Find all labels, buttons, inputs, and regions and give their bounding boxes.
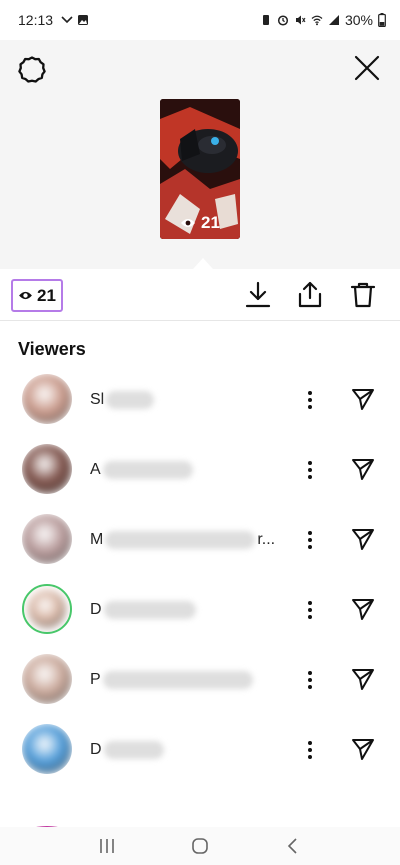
viewer-avatar[interactable] — [22, 724, 72, 774]
viewer-row[interactable]: Sl — [0, 368, 400, 438]
system-nav-bar — [0, 827, 400, 865]
status-time: 12:13 — [18, 12, 54, 28]
viewer-name-blurred — [106, 391, 155, 409]
viewer-more-options-icon[interactable] — [300, 528, 320, 552]
viewer-more-options-icon[interactable] — [300, 738, 320, 762]
viewer-avatar[interactable] — [22, 374, 72, 424]
delete-trash-icon[interactable] — [350, 281, 376, 309]
viewer-row[interactable]: P — [0, 648, 400, 718]
viewer-avatar[interactable] — [22, 584, 72, 634]
viewer-name[interactable]: Sl — [90, 388, 156, 412]
story-pointer — [193, 258, 213, 269]
eye-icon — [19, 291, 32, 300]
viewer-name-blurred — [102, 461, 193, 479]
battery-icon — [378, 13, 386, 27]
mute-icon — [295, 15, 306, 25]
viewer-more-options-icon[interactable] — [300, 458, 320, 482]
story-action-bar: 21 — [0, 269, 400, 321]
viewer-more-options-icon[interactable] — [300, 388, 320, 412]
viewer-more-options-icon[interactable] — [300, 668, 320, 692]
viewer-more-options-icon[interactable] — [300, 598, 320, 622]
send-message-icon[interactable] — [351, 597, 375, 621]
viewer-row[interactable]: M r... — [0, 508, 400, 578]
viewers-heading: Viewers — [18, 339, 86, 359]
viewer-row[interactable]: D — [0, 718, 400, 788]
missed-call-icon — [61, 16, 73, 24]
send-message-icon[interactable] — [351, 667, 375, 691]
battery-saver-icon — [262, 15, 269, 25]
story-thumbnail[interactable]: 21 — [160, 99, 240, 239]
viewer-name-initial: P — [90, 671, 101, 688]
viewer-name[interactable]: P — [90, 668, 255, 692]
send-message-icon[interactable] — [351, 457, 375, 481]
share-icon[interactable] — [297, 281, 323, 309]
viewer-name[interactable]: D — [90, 738, 166, 762]
viewer-name[interactable]: M r... — [90, 528, 275, 552]
back-icon[interactable] — [284, 837, 302, 855]
viewer-name-blurred — [102, 671, 253, 689]
wifi-icon — [311, 15, 323, 26]
viewer-row[interactable]: A — [0, 438, 400, 508]
signal-icon — [328, 15, 339, 25]
viewer-name-trail: r... — [257, 531, 276, 548]
status-right-icons: 30% — [260, 12, 386, 28]
recent-apps-icon[interactable] — [98, 837, 116, 855]
viewer-name-initial: D — [90, 741, 102, 758]
eye-icon — [181, 219, 196, 227]
send-message-icon[interactable] — [351, 527, 375, 551]
status-bar: 12:13 30% — [0, 0, 400, 40]
story-preview-area: 21 — [0, 40, 400, 269]
viewer-name-blurred — [103, 601, 196, 619]
gallery-icon — [78, 15, 89, 25]
viewer-name-blurred — [105, 531, 256, 549]
battery-percent: 30% — [344, 12, 373, 28]
viewer-avatar[interactable] — [22, 444, 72, 494]
viewer-name[interactable]: D — [90, 598, 198, 622]
viewer-count-badge[interactable]: 21 — [11, 279, 63, 312]
viewer-name-initial: Sl — [90, 391, 105, 408]
status-left-icons — [61, 14, 89, 26]
settings-gear-icon[interactable] — [18, 55, 46, 83]
download-icon[interactable] — [245, 281, 271, 309]
send-message-icon[interactable] — [351, 387, 375, 411]
viewer-avatar[interactable] — [22, 514, 72, 564]
viewer-name[interactable]: A — [90, 458, 195, 482]
story-view-count: 21 — [160, 213, 240, 233]
viewer-avatar[interactable] — [22, 654, 72, 704]
home-icon[interactable] — [191, 837, 209, 855]
alarm-icon — [277, 15, 289, 26]
send-message-icon[interactable] — [351, 737, 375, 761]
viewer-name-initial: A — [90, 461, 101, 478]
close-icon[interactable] — [354, 55, 380, 81]
viewer-count: 21 — [37, 285, 56, 305]
viewer-name-initial: M — [90, 531, 104, 548]
viewer-row[interactable]: D — [0, 578, 400, 648]
viewer-name-blurred — [103, 741, 164, 759]
viewer-name-initial: D — [90, 601, 102, 618]
